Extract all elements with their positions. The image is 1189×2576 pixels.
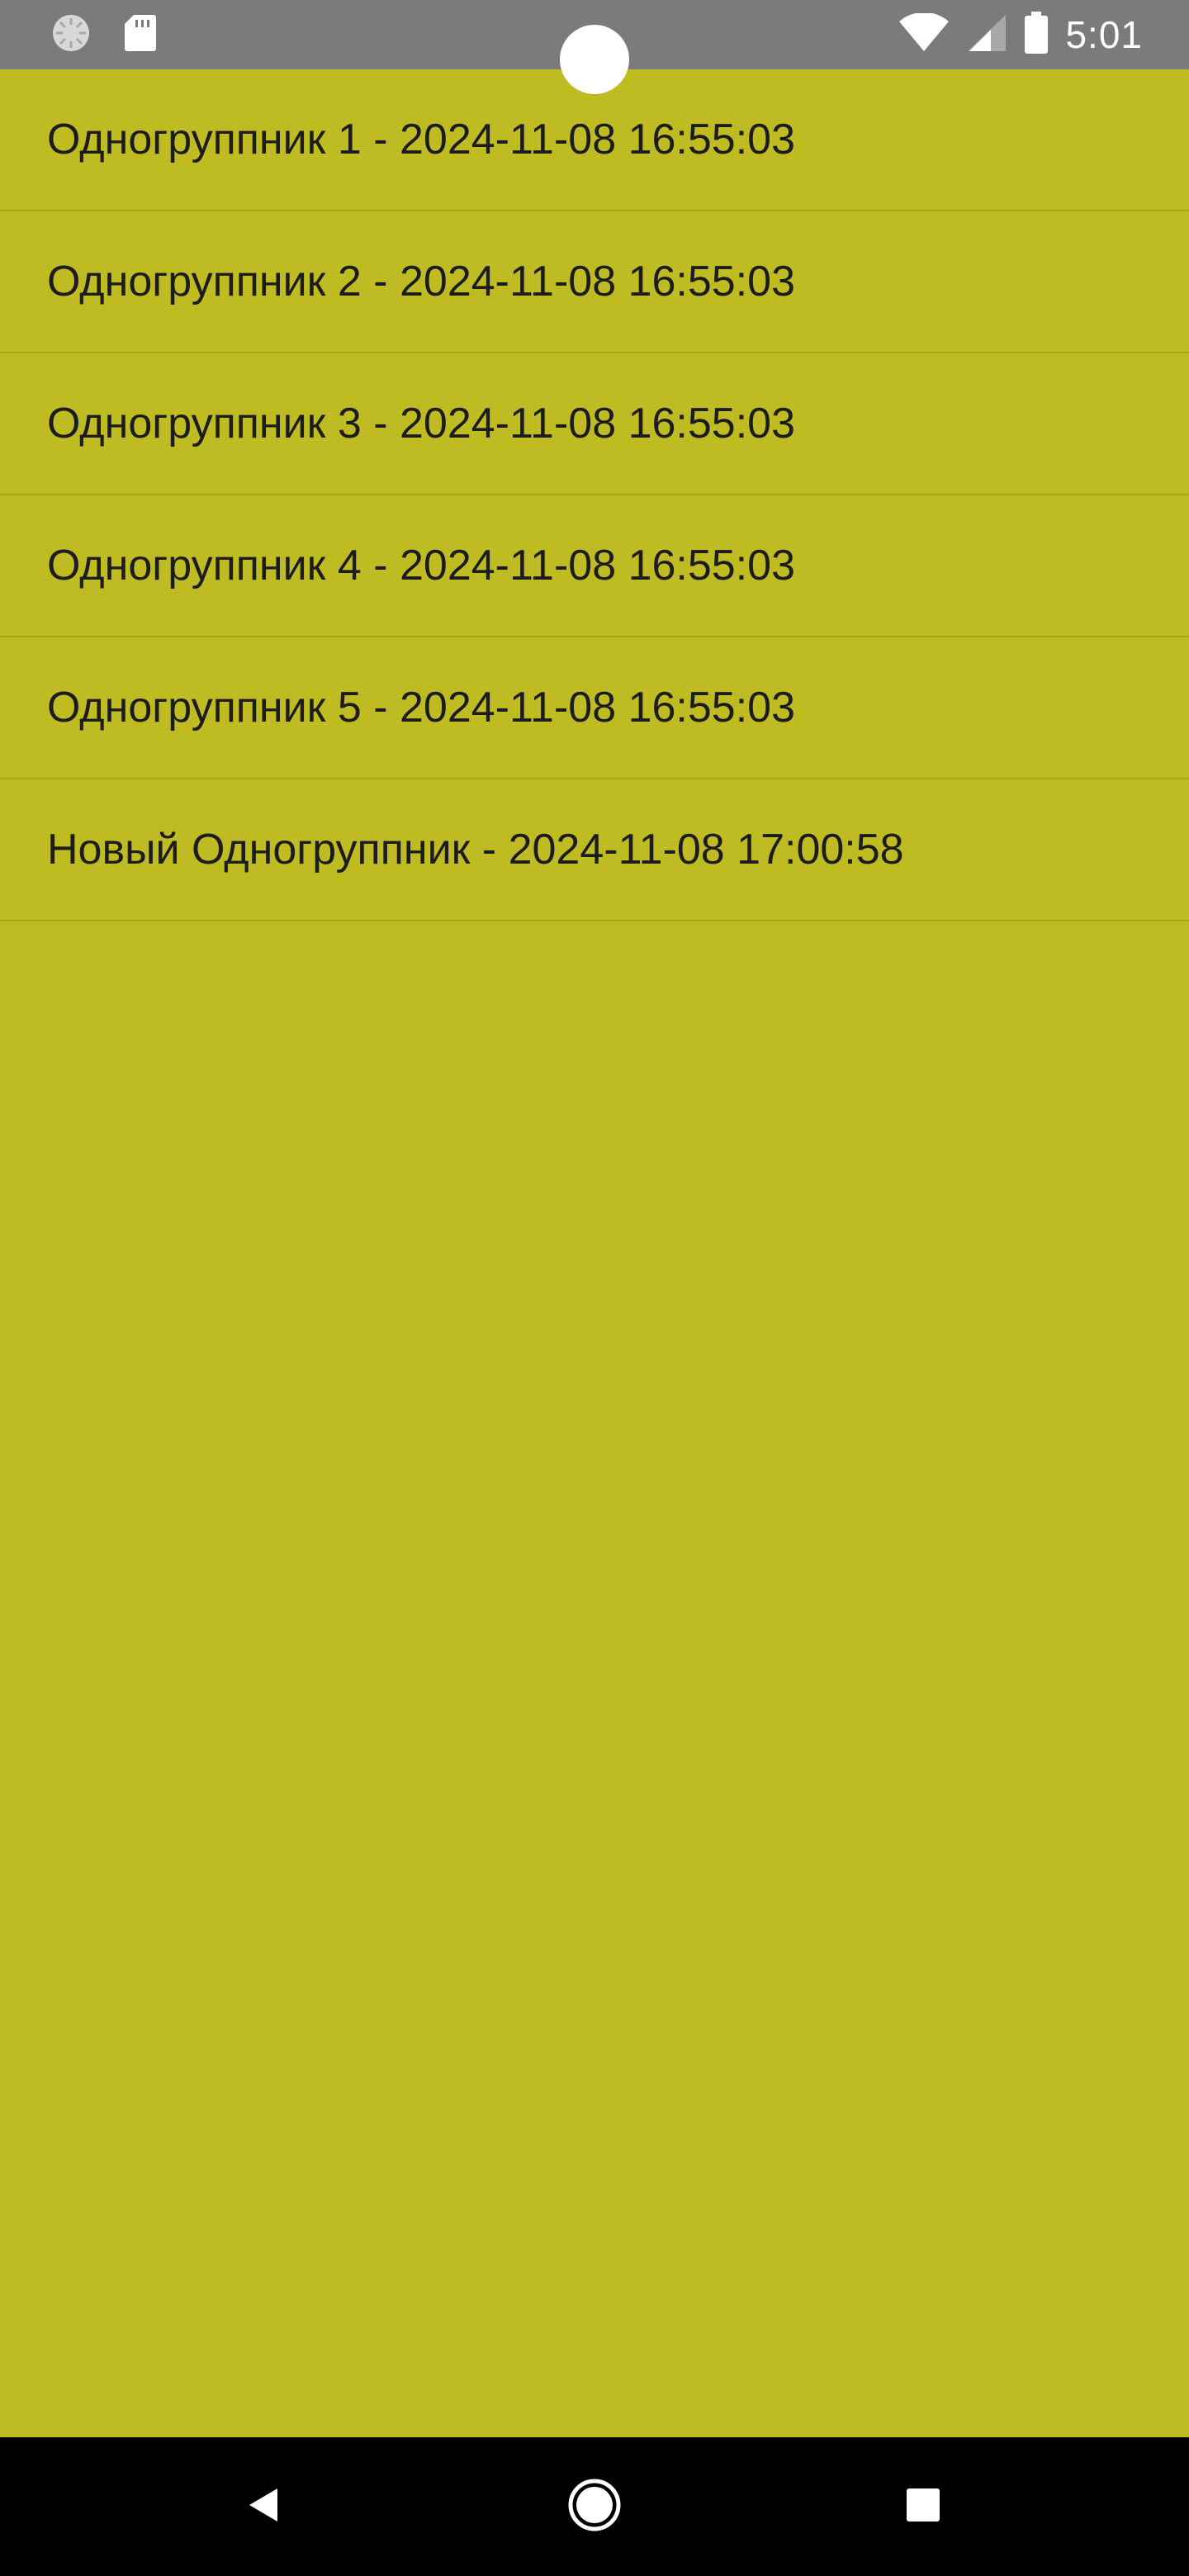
status-right-icons: 5:01	[898, 10, 1143, 59]
app-screen: 5:01 Одногруппник 1 - 2024-11-08 16:55:0…	[0, 0, 1189, 2576]
list-item[interactable]: Новый Одногруппник - 2024-11-08 17:00:58	[0, 779, 1189, 921]
recents-icon	[905, 2487, 941, 2527]
list-item[interactable]: Одногруппник 5 - 2024-11-08 16:55:03	[0, 637, 1189, 779]
home-button[interactable]	[558, 2470, 631, 2543]
status-left-icons	[51, 13, 157, 56]
list-item[interactable]: Одногруппник 2 - 2024-11-08 16:55:03	[0, 211, 1189, 353]
classmates-list[interactable]: Одногруппник 1 - 2024-11-08 16:55:03 Одн…	[0, 69, 1189, 921]
sync-icon	[51, 13, 91, 57]
list-item-label: Одногруппник 1 - 2024-11-08 16:55:03	[47, 116, 795, 163]
battery-icon	[1024, 11, 1049, 59]
list-item[interactable]: Одногруппник 3 - 2024-11-08 16:55:03	[0, 353, 1189, 495]
navigation-bar	[0, 2437, 1189, 2576]
wifi-icon	[898, 12, 950, 57]
list-item[interactable]: Одногруппник 4 - 2024-11-08 16:55:03	[0, 495, 1189, 637]
cell-signal-icon	[966, 13, 1007, 57]
list-item-label: Одногруппник 4 - 2024-11-08 16:55:03	[47, 542, 795, 590]
home-icon	[566, 2477, 623, 2537]
back-icon	[244, 2485, 284, 2529]
list-item[interactable]: Одногруппник 1 - 2024-11-08 16:55:03	[0, 69, 1189, 211]
status-time: 5:01	[1065, 13, 1143, 56]
recents-button[interactable]	[887, 2470, 959, 2543]
list-item-label: Новый Одногруппник - 2024-11-08 17:00:58	[47, 826, 904, 874]
list-item-label: Одногруппник 3 - 2024-11-08 16:55:03	[47, 400, 795, 447]
list-item-label: Одногруппник 2 - 2024-11-08 16:55:03	[47, 258, 795, 305]
list-item-label: Одногруппник 5 - 2024-11-08 16:55:03	[47, 684, 795, 732]
status-bar: 5:01	[0, 0, 1189, 94]
sd-card-icon	[124, 13, 157, 57]
back-button[interactable]	[228, 2470, 301, 2543]
